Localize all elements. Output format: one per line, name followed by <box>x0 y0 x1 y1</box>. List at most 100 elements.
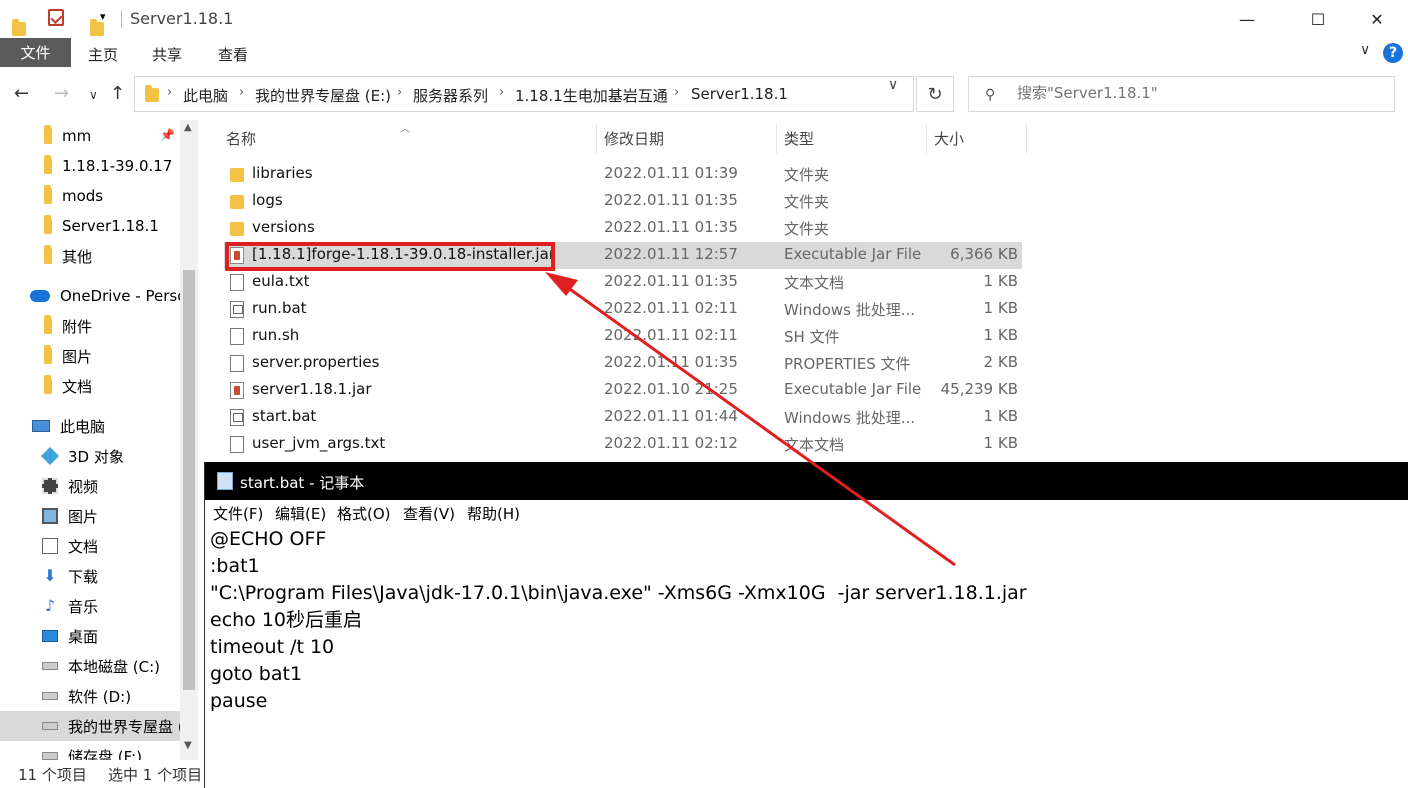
customize-toolbar-chevron-icon[interactable]: ▾ <box>100 10 106 23</box>
back-arrow-icon[interactable]: ← <box>14 83 29 104</box>
minimize-button[interactable]: — <box>1224 0 1270 38</box>
column-header-type[interactable]: 类型 <box>784 128 814 149</box>
file-type: Windows 批处理... <box>784 301 916 319</box>
sidebar-item-server1181[interactable]: Server1.18.1 <box>0 211 180 241</box>
sidebar-item-label: 文档 <box>62 377 93 396</box>
file-name: run.sh <box>252 326 300 344</box>
sidebar-item-drive-c[interactable]: 本地磁盘 (C:) <box>0 651 180 681</box>
table-row[interactable]: run.bat 2022.01.11 02:11 Windows 批处理... 1 K… <box>224 296 1022 323</box>
file-date: 2022.01.11 02:12 <box>604 434 738 452</box>
sidebar-item-onedrive-pictures[interactable]: 图片 <box>0 341 180 371</box>
menu-edit[interactable]: 编辑(E) <box>275 503 326 524</box>
file-name: logs <box>252 191 283 209</box>
column-header-date[interactable]: 修改日期 <box>604 128 664 149</box>
sidebar-item-drive-e[interactable]: 我的世界专屋盘 ( <box>0 711 184 741</box>
scroll-up-icon[interactable]: ▲ <box>184 122 192 133</box>
column-header-size[interactable]: 大小 <box>934 128 964 149</box>
sidebar-item-1181-39017[interactable]: 1.18.1-39.0.17 <box>0 151 180 181</box>
table-row[interactable]: server1.18.1.jar 2022.01.10 21:25 Executab… <box>224 377 1022 404</box>
file-date: 2022.01.11 01:35 <box>604 353 738 371</box>
navigation-pane-scrollbar[interactable]: ▲ ▼ <box>180 120 198 760</box>
sidebar-item-music[interactable]: ♪ 音乐 <box>0 591 180 621</box>
breadcrumb-drive-e[interactable]: 我的世界专屋盘 (E:) <box>255 85 391 106</box>
sidebar-item-attachments[interactable]: 附件 <box>0 311 180 341</box>
sidebar-item-label: 下载 <box>68 567 99 586</box>
breadcrumb-separator-icon[interactable]: › <box>239 85 244 100</box>
table-row[interactable]: server.properties 2022.01.11 01:35 PROPERT… <box>224 350 1022 377</box>
menu-format[interactable]: 格式(O) <box>337 503 391 524</box>
tab-view[interactable]: 查看 <box>218 44 248 65</box>
breadcrumb-this-pc[interactable]: 此电脑 <box>183 85 228 106</box>
table-row[interactable]: run.sh 2022.01.11 02:11 SH 文件 1 KB <box>224 323 1022 350</box>
menu-help[interactable]: 帮助(H) <box>467 503 520 524</box>
sidebar-item-downloads[interactable]: ⬇ 下载 <box>0 561 180 591</box>
sidebar-item-mods[interactable]: mods <box>0 181 180 211</box>
sidebar-item-drive-f[interactable]: 储存盘 (F:) <box>0 741 180 760</box>
sidebar-item-onedrive-documents[interactable]: 文档 <box>0 371 180 401</box>
sidebar-item-videos[interactable]: 视频 <box>0 471 180 501</box>
properties-check-icon[interactable] <box>48 9 64 26</box>
menu-view[interactable]: 查看(V) <box>403 503 455 524</box>
search-box[interactable]: ⚲ <box>968 76 1395 112</box>
refresh-icon[interactable]: ↻ <box>916 76 954 112</box>
address-bar[interactable]: › 此电脑 › 我的世界专屋盘 (E:) › 服务器系列 › 1.18.1生电加… <box>134 76 914 112</box>
column-divider[interactable] <box>1026 124 1027 154</box>
sidebar-item-mm[interactable]: mm 📌 <box>0 121 180 151</box>
breadcrumb-separator-icon[interactable]: › <box>397 85 402 100</box>
scrollbar-thumb[interactable] <box>183 270 195 690</box>
breadcrumb-server1181[interactable]: Server1.18.1 <box>691 85 788 103</box>
sidebar-item-documents[interactable]: 文档 <box>0 531 180 561</box>
breadcrumb-separator-icon[interactable]: › <box>674 85 679 100</box>
table-row[interactable]: user_jvm_args.txt 2022.01.11 02:12 文本文档 1 K… <box>224 431 1022 458</box>
sidebar-item-onedrive[interactable]: OneDrive - Perso <box>0 281 186 311</box>
column-divider[interactable] <box>596 124 597 154</box>
sidebar-item-this-pc[interactable]: 此电脑 <box>0 411 180 441</box>
tab-share[interactable]: 共享 <box>152 44 182 65</box>
tab-file[interactable]: 文件 <box>0 38 71 67</box>
new-folder-icon[interactable] <box>90 19 104 36</box>
table-row[interactable]: versions 2022.01.11 01:35 文件夹 <box>224 215 1022 242</box>
notepad-text-area[interactable]: @ECHO OFF :bat1 "C:\Program Files\Java\j… <box>210 526 1027 715</box>
column-header-name[interactable]: 名称 <box>226 128 256 149</box>
column-divider[interactable] <box>926 124 927 154</box>
sidebar-item-label: 视频 <box>68 477 99 496</box>
sidebar-item-label: 文档 <box>68 537 99 556</box>
code-line: echo 10秒后重启 <box>210 609 363 631</box>
annotation-highlight-installer <box>225 242 555 271</box>
notepad-title: start.bat - 记事本 <box>240 474 365 492</box>
breadcrumb-separator-icon[interactable]: › <box>167 85 172 100</box>
maximize-button[interactable]: ☐ <box>1295 0 1341 38</box>
folder-icon <box>44 155 52 174</box>
column-divider[interactable] <box>776 124 777 154</box>
tab-home[interactable]: 主页 <box>88 44 118 65</box>
file-size: 2 KB <box>983 353 1018 371</box>
batch-file-icon <box>230 409 244 426</box>
menu-file[interactable]: 文件(F) <box>213 503 263 524</box>
table-row[interactable]: start.bat 2022.01.11 01:44 Windows 批处理... 1… <box>224 404 1022 431</box>
breadcrumb-separator-icon[interactable]: › <box>499 85 504 100</box>
sidebar-item-drive-d[interactable]: 软件 (D:) <box>0 681 180 711</box>
table-row[interactable]: logs 2022.01.11 01:35 文件夹 <box>224 188 1022 215</box>
help-icon[interactable]: ? <box>1383 43 1403 63</box>
table-row[interactable]: eula.txt 2022.01.11 01:35 文本文档 1 KB <box>224 269 1022 296</box>
jar-file-icon <box>230 382 244 399</box>
pin-icon[interactable]: 📌 <box>160 128 175 142</box>
file-name: server1.18.1.jar <box>252 380 372 398</box>
forward-arrow-icon[interactable]: → <box>54 83 69 104</box>
sidebar-item-label: 图片 <box>68 507 99 526</box>
expand-ribbon-chevron-icon[interactable]: ∨ <box>1360 42 1370 58</box>
sidebar-item-3d-objects[interactable]: 3D 对象 <box>0 441 180 471</box>
close-button[interactable]: ✕ <box>1354 0 1400 38</box>
sidebar-item-desktop[interactable]: 桌面 <box>0 621 180 651</box>
scroll-down-icon[interactable]: ▼ <box>184 740 192 751</box>
sidebar-item-other[interactable]: 其他 <box>0 241 180 271</box>
address-dropdown-chevron-icon[interactable]: ∨ <box>888 77 898 93</box>
breadcrumb-1181-folder[interactable]: 1.18.1生电加基岩互通 <box>515 85 668 106</box>
sidebar-item-pictures[interactable]: 图片 <box>0 501 180 531</box>
table-row[interactable]: libraries 2022.01.11 01:39 文件夹 <box>224 161 1022 188</box>
breadcrumb-server-series[interactable]: 服务器系列 <box>413 85 488 106</box>
up-arrow-icon[interactable]: ↑ <box>110 83 125 104</box>
folder-icon <box>44 345 52 364</box>
recent-locations-chevron-icon[interactable]: ∨ <box>89 88 98 102</box>
search-input[interactable] <box>1017 84 1377 102</box>
